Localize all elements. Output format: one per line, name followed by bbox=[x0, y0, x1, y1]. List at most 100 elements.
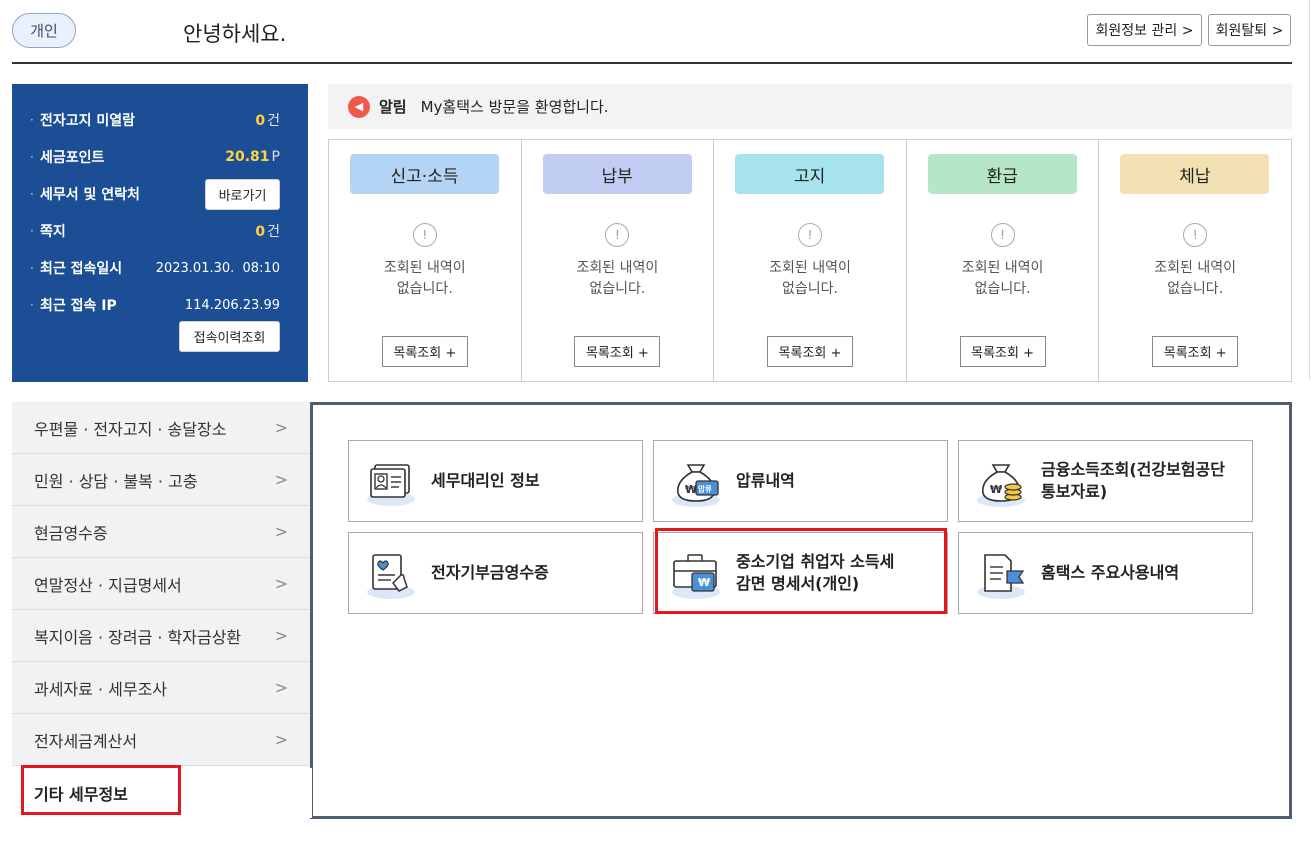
tile-donation-receipt[interactable]: 전자기부금영수증 bbox=[348, 532, 643, 614]
document-flag-icon bbox=[977, 554, 1025, 599]
user-type-badge: 개인 bbox=[12, 13, 76, 48]
chevron-right-icon: > bbox=[274, 470, 288, 489]
bullet: · bbox=[30, 187, 34, 201]
menu-item-label: 연말정산 · 지급명세서 bbox=[34, 575, 182, 595]
tile-label: 세무대리인 정보 bbox=[431, 471, 540, 490]
unread-notice-row: · 전자고지 미열람 0건 bbox=[30, 110, 280, 130]
page-scrollbar[interactable] bbox=[1309, 0, 1315, 380]
last-ip-value: 114.206.23.99 bbox=[184, 297, 280, 313]
category-arrears: 체납 ! 조회된 내역이 없습니다. 목록조회 + bbox=[1099, 140, 1291, 381]
info-icon: ! bbox=[797, 223, 822, 247]
list-view-button[interactable]: 목록조회 + bbox=[381, 336, 468, 367]
list-view-button[interactable]: 목록조회 + bbox=[766, 336, 853, 367]
bullet: · bbox=[30, 298, 34, 312]
chevron-right-icon: > bbox=[274, 626, 288, 645]
category-notice: 고지 ! 조회된 내역이 없습니다. 목록조회 + bbox=[714, 140, 907, 381]
unit-label: 건 bbox=[267, 113, 280, 129]
menu-item-label: 민원 · 상담 · 불복 · 고충 bbox=[34, 471, 198, 491]
chevron-right-icon: > bbox=[274, 574, 288, 593]
category-title: 신고·소득 bbox=[350, 154, 499, 194]
unread-notice-label: 전자고지 미열람 bbox=[40, 113, 136, 129]
category-title: 환급 bbox=[927, 154, 1077, 194]
notice-text: My홈택스 방문을 환영합니다. bbox=[420, 98, 609, 116]
info-icon: ! bbox=[605, 223, 630, 247]
menu-item-e-invoice[interactable]: 전자세금계산서 > bbox=[12, 714, 312, 766]
last-login-label: 최근 접속일시 bbox=[40, 261, 123, 277]
menu-item-cash-receipt[interactable]: 현금영수증 > bbox=[12, 506, 312, 558]
tax-points-value[interactable]: 20.81 bbox=[225, 149, 269, 165]
side-menu: 우편물 · 전자고지 · 송달장소 > 민원 · 상담 · 불복 · 고충 > 현금… bbox=[12, 402, 312, 766]
tile-label: 중소기업 취업자 소득세 감면 명세서(개인) bbox=[736, 552, 895, 593]
category-title: 고지 bbox=[735, 154, 885, 194]
info-icon: ! bbox=[412, 223, 437, 247]
menu-item-mail[interactable]: 우편물 · 전자고지 · 송달장소 > bbox=[12, 402, 312, 454]
tax-points-label: 세금포인트 bbox=[40, 150, 105, 166]
memo-count[interactable]: 0 bbox=[255, 224, 265, 240]
unread-notice-count[interactable]: 0 bbox=[255, 113, 265, 129]
info-icon: ! bbox=[1183, 223, 1208, 247]
memo-label: 쪽지 bbox=[40, 224, 66, 240]
tax-office-shortcut-button[interactable]: 바로가기 bbox=[205, 179, 280, 210]
category-payment: 납부 ! 조회된 내역이 없습니다. 목록조회 + bbox=[522, 140, 715, 381]
chevron-right-icon: > bbox=[274, 522, 288, 541]
chevron-right-icon: > bbox=[274, 418, 288, 437]
tile-seizure-history[interactable]: ₩ 압류 압류내역 bbox=[653, 440, 948, 522]
bullet: · bbox=[30, 224, 34, 238]
menu-item-civil[interactable]: 민원 · 상담 · 불복 · 고충 > bbox=[12, 454, 312, 506]
header-divider bbox=[12, 62, 1292, 64]
list-view-button[interactable]: 목록조회 + bbox=[1152, 336, 1239, 367]
menu-item-label: 우편물 · 전자고지 · 송달장소 bbox=[34, 419, 227, 439]
tile-label: 금융소득조회(건강보험공단 통보자료) bbox=[1041, 460, 1225, 501]
chevron-right-icon: > bbox=[274, 678, 288, 697]
list-view-button[interactable]: 목록조회 + bbox=[959, 336, 1046, 367]
tile-hometax-usage[interactable]: 홈택스 주요사용내역 bbox=[958, 532, 1253, 614]
unit-label: P bbox=[271, 149, 280, 165]
menu-item-label: 전자세금계산서 bbox=[34, 731, 138, 751]
last-ip-label: 최근 접속 IP bbox=[40, 298, 117, 314]
bullet: · bbox=[30, 113, 34, 127]
notice-bar: ◀ 알림 My홈택스 방문을 환영합니다. bbox=[328, 84, 1292, 129]
svg-text:₩: ₩ bbox=[698, 576, 710, 589]
last-login-row: · 최근 접속일시 2023.01.30. 08:10 bbox=[30, 258, 280, 278]
account-info-panel: · 전자고지 미열람 0건 · 세금포인트 20.81 P · 세무서 및 연락처… bbox=[12, 84, 308, 382]
tile-label: 압류내역 bbox=[736, 471, 795, 490]
empty-message: 조회된 내역이 없습니다. bbox=[383, 260, 466, 297]
tax-points-row: · 세금포인트 20.81 P bbox=[30, 147, 280, 167]
withdraw-button[interactable]: 회원탈퇴 > bbox=[1208, 14, 1291, 46]
svg-text:₩: ₩ bbox=[990, 483, 1002, 496]
last-ip-row: · 최근 접속 IP 114.206.23.99 bbox=[30, 295, 280, 315]
menu-item-year-end[interactable]: 연말정산 · 지급명세서 > bbox=[12, 558, 312, 610]
svg-text:₩: ₩ bbox=[685, 483, 697, 496]
notice-title: 알림 bbox=[379, 98, 407, 116]
category-title: 납부 bbox=[542, 154, 692, 194]
id-card-icon bbox=[367, 464, 415, 506]
empty-message: 조회된 내역이 없습니다. bbox=[769, 260, 851, 297]
tile-sme-tax-reduction[interactable]: ₩ 중소기업 취업자 소득세 감면 명세서(개인) bbox=[653, 532, 948, 614]
tile-label: 홈택스 주요사용내역 bbox=[1041, 563, 1180, 582]
menu-item-label: 복지이음 · 장려금 · 학자금상환 bbox=[34, 627, 242, 647]
money-bag-coins-icon: ₩ bbox=[977, 464, 1025, 507]
tile-financial-income[interactable]: ₩ 금융소득조회(건강보험공단 통보자료) bbox=[958, 440, 1253, 522]
tile-tax-agent-info[interactable]: 세무대리인 정보 bbox=[348, 440, 643, 522]
chevron-right-icon: > bbox=[274, 730, 288, 749]
member-info-button[interactable]: 회원정보 관리 > bbox=[1087, 14, 1202, 46]
svg-text:압류: 압류 bbox=[698, 484, 712, 494]
unit-label: 건 bbox=[267, 224, 280, 240]
donation-receipt-icon bbox=[367, 554, 415, 599]
login-history-button[interactable]: 접속이력조회 bbox=[179, 321, 280, 352]
memo-row: · 쪽지 0건 bbox=[30, 221, 280, 241]
list-view-button[interactable]: 목록조회 + bbox=[574, 336, 661, 367]
info-icon: ! bbox=[990, 223, 1015, 247]
empty-message: 조회된 내역이 없습니다. bbox=[1154, 260, 1237, 297]
menu-item-label: 현금영수증 bbox=[34, 523, 108, 543]
menu-item-label: 과세자료 · 세무조사 bbox=[34, 679, 168, 699]
category-refund: 환급 ! 조회된 내역이 없습니다. 목록조회 + bbox=[907, 140, 1100, 381]
menu-item-tax-data[interactable]: 과세자료 · 세무조사 > bbox=[12, 662, 312, 714]
menu-item-welfare[interactable]: 복지이음 · 장려금 · 학자금상환 > bbox=[12, 610, 312, 662]
menu-item-other-tax-info[interactable]: 기타 세무정보 bbox=[12, 768, 312, 818]
last-login-value: 2023.01.30. 08:10 bbox=[155, 260, 280, 276]
bullet: · bbox=[30, 261, 34, 275]
briefcase-icon: ₩ bbox=[672, 554, 720, 599]
empty-message: 조회된 내역이 없습니다. bbox=[961, 260, 1044, 297]
greeting-text: 안녕하세요. bbox=[183, 22, 287, 46]
